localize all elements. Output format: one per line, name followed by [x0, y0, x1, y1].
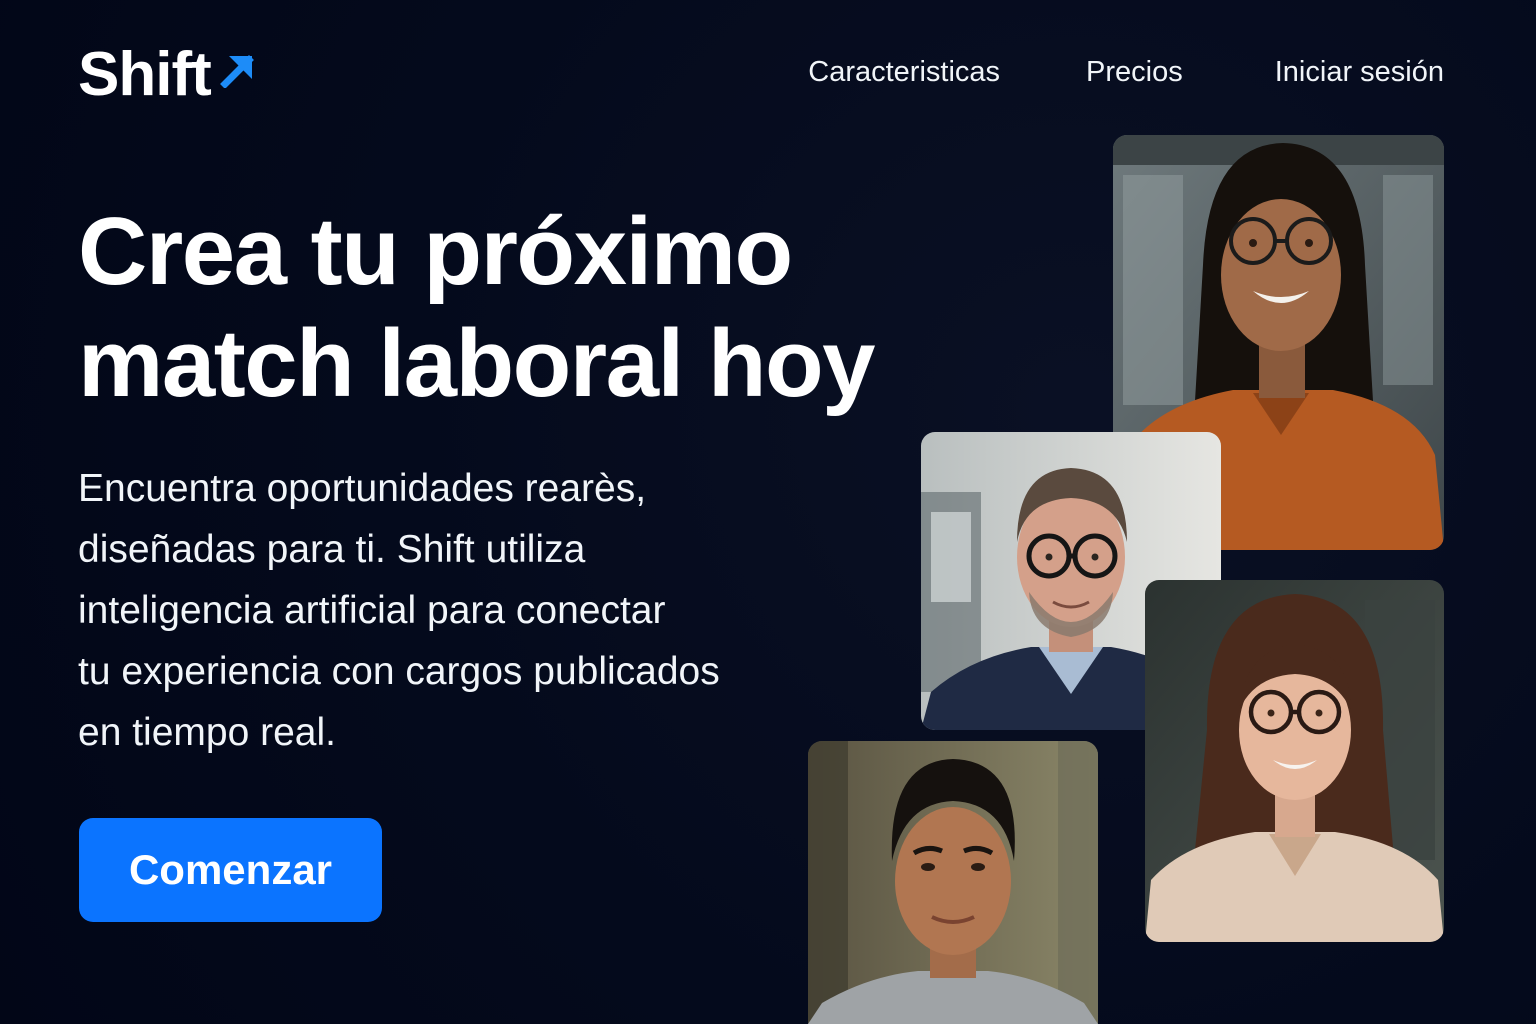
photo-young-man-grey-shirt	[808, 741, 1098, 1024]
hero-headline-line-2: match laboral hoy	[78, 310, 876, 417]
brand-logo[interactable]: Shift	[78, 40, 257, 110]
nav-link-precios[interactable]: Precios	[1086, 52, 1183, 92]
nav-link-caracteristicas[interactable]: Caracteristicas	[808, 52, 1000, 92]
arrow-up-right-icon	[219, 55, 254, 88]
brand-name: Shift	[78, 40, 212, 109]
hero-headline-line-1: Crea tu próximo	[78, 198, 793, 305]
landing-page: Shift Caracteristicas Precios Iniciar se…	[0, 0, 1536, 1024]
comenzar-button[interactable]: Comenzar	[79, 818, 382, 922]
nav-link-iniciar-sesion[interactable]: Iniciar sesión	[1275, 52, 1444, 92]
hero-description-line-5: en tiempo real.	[78, 711, 336, 754]
hero-description-line-2: diseñadas para ti. Shift utiliza	[78, 528, 586, 571]
hero-description-line-4: tu experiencia con cargos publicados	[78, 650, 720, 693]
hero-description: Encuentra oportunidades rearès, diseñada…	[78, 458, 858, 763]
hero-description-line-3: inteligencia artificial para conectar	[78, 589, 666, 632]
top-nav: Caracteristicas Precios Iniciar sesión	[808, 52, 1444, 92]
hero-description-line-1: Encuentra oportunidades rearès,	[78, 467, 647, 510]
hero-headline: Crea tu próximo match laboral hoy	[78, 196, 978, 420]
photo-woman-beige-blouse	[1145, 580, 1444, 942]
